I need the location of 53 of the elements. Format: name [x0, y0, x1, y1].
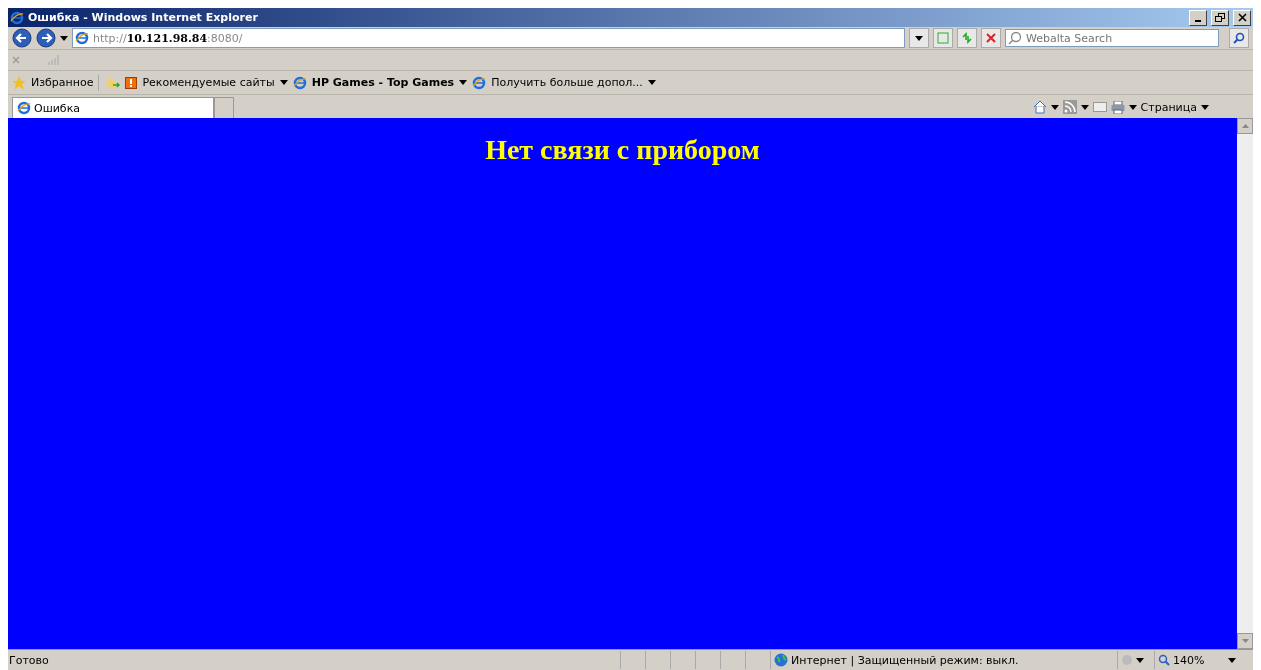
caret-icon[interactable]	[1128, 104, 1137, 110]
zoom-level[interactable]: 140%	[1173, 653, 1205, 667]
home-icon[interactable]	[1032, 100, 1047, 114]
search-icon	[1008, 31, 1022, 45]
suggested-sites-icon	[125, 76, 138, 89]
search-field[interactable]: Webalta Search	[1005, 29, 1219, 47]
forward-button[interactable]	[36, 28, 56, 48]
ie-logo-icon	[75, 31, 89, 45]
back-button[interactable]	[12, 28, 32, 48]
ie-logo-icon	[10, 10, 24, 25]
star-icon	[12, 75, 26, 90]
caret-icon[interactable]	[1080, 104, 1089, 110]
printer-icon[interactable]	[1110, 100, 1125, 114]
restore-button[interactable]	[1211, 9, 1229, 26]
caret-icon[interactable]	[279, 80, 288, 85]
zoom-icon[interactable]	[1158, 654, 1170, 666]
scrollbar[interactable]	[1237, 118, 1253, 649]
security-zone-text: Интернет | Защищенный режим: выкл.	[791, 653, 1019, 667]
address-field[interactable]: http://10.121.98.84:8080/	[72, 28, 905, 48]
close-button[interactable]	[1233, 9, 1251, 26]
caret-icon[interactable]	[915, 35, 923, 41]
caret-icon[interactable]	[1136, 657, 1144, 663]
favorites-link[interactable]: Получить больше допол...	[491, 76, 643, 89]
restore-icon	[1215, 13, 1225, 22]
search-button[interactable]	[1229, 28, 1249, 48]
caret-icon[interactable]	[1050, 104, 1059, 110]
window-title: Ошибка - Windows Internet Explorer	[28, 11, 259, 24]
signal-icon	[48, 55, 60, 65]
favorites-button[interactable]: Избранное	[31, 76, 94, 89]
close-icon	[1237, 13, 1247, 22]
favorites-link[interactable]: HP Games - Top Games	[311, 76, 455, 89]
up-arrow-icon	[1241, 124, 1249, 128]
stop-icon	[986, 33, 996, 43]
dropdown-button[interactable]	[909, 28, 929, 48]
down-arrow-icon	[1241, 639, 1249, 643]
stop-button[interactable]	[981, 28, 1001, 48]
page-menu[interactable]: Страница	[1140, 100, 1197, 114]
caret-icon[interactable]	[1201, 104, 1209, 110]
refresh-icon	[961, 32, 973, 44]
caret-icon[interactable]	[1228, 657, 1236, 663]
minimize-icon	[1195, 19, 1201, 22]
caret-icon[interactable]	[459, 80, 468, 85]
caret-icon[interactable]	[647, 80, 656, 85]
favorites-link[interactable]: Рекомендуемые сайты	[142, 76, 275, 89]
status-text: Готово	[8, 653, 50, 667]
page-heading: Нет связи с прибором	[485, 134, 760, 167]
caret-icon[interactable]	[60, 35, 68, 41]
ie-logo-icon	[292, 75, 307, 90]
ie-logo-icon	[472, 75, 487, 90]
globe-icon	[774, 653, 788, 667]
ie-logo-icon	[17, 101, 31, 115]
browser-tab[interactable]: Ошибка	[12, 97, 214, 118]
minimize-button[interactable]	[1189, 9, 1207, 26]
